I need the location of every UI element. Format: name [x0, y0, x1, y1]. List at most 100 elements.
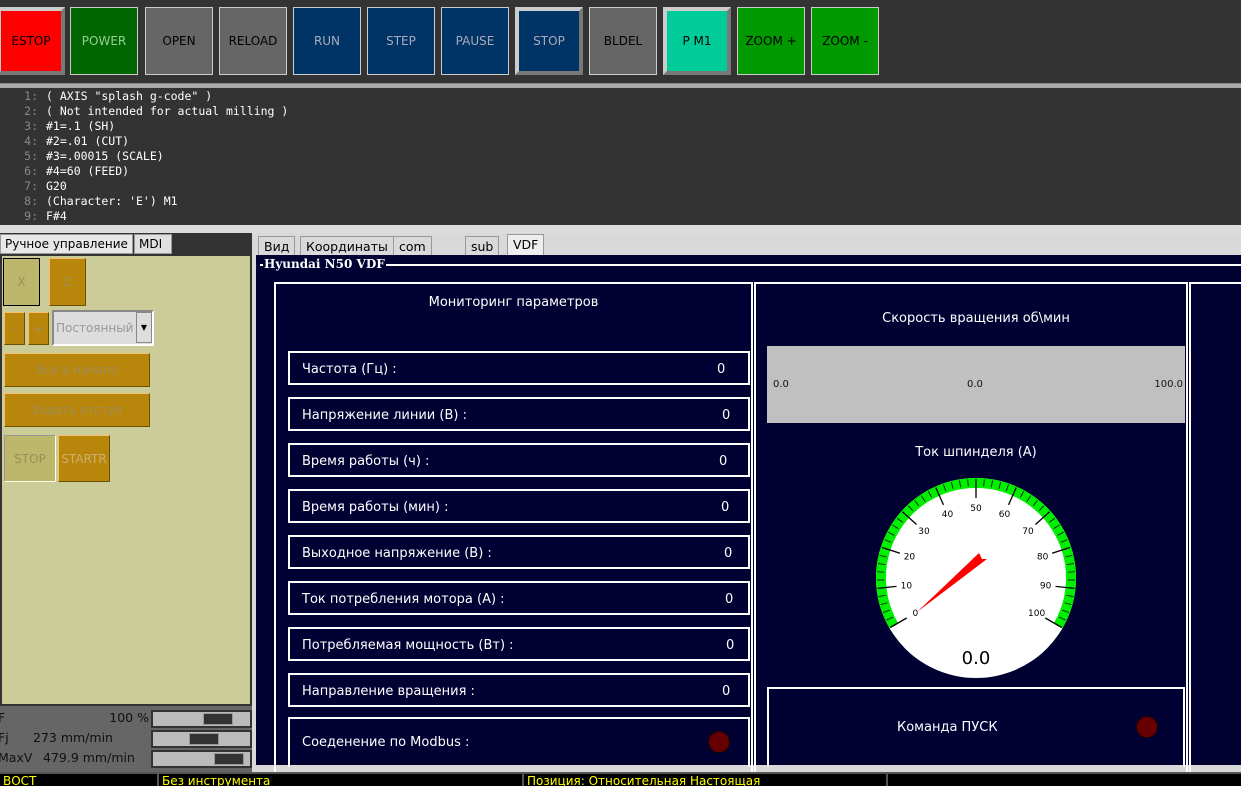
jog-mode-value: Постоянный — [56, 321, 134, 335]
tab-manual[interactable]: Ручное управление — [0, 234, 133, 254]
code-line[interactable]: 4: #2=.01 (CUT) — [0, 134, 1241, 149]
toolbar-button-estop[interactable]: ESTOP — [0, 7, 65, 75]
tab-vdf[interactable]: VDF — [507, 234, 545, 255]
gauge-tick-label: 20 — [904, 552, 916, 562]
slider-thumb[interactable] — [214, 753, 244, 765]
jog-plus-button[interactable]: + — [28, 312, 49, 345]
current-title: Ток шпинделя (А) — [915, 445, 1037, 460]
line-text: #1=.1 (SH) — [46, 119, 116, 133]
code-line[interactable]: 1: ( AXIS "splash g-code" ) — [0, 89, 1241, 104]
param-value: 0 — [717, 362, 726, 377]
toolbar-button-step[interactable]: STEP — [367, 7, 435, 75]
code-line[interactable]: 8: (Character: 'E') M1 — [0, 194, 1241, 209]
override-label: F — [0, 710, 6, 725]
param-value: 0 — [722, 684, 731, 699]
speed-title: Скорость вращения об\мин — [882, 311, 1070, 326]
code-line[interactable]: 9: F#4 — [0, 209, 1241, 224]
param-label: Выходное напряжение (В) : — [302, 546, 492, 561]
override-label: MaxV — [0, 750, 33, 765]
spindle-start-button[interactable]: STARTR — [58, 435, 110, 482]
right-box — [1189, 282, 1241, 772]
param-row: Ток потребления мотора (А) : 0 — [288, 581, 750, 615]
code-line[interactable]: 5: #3=.00015 (SCALE) — [0, 149, 1241, 164]
line-number: 6: — [24, 164, 38, 178]
param-label: Частота (Гц) : — [302, 362, 397, 377]
toolbar-button-reload[interactable]: RELOAD — [219, 7, 287, 75]
code-line[interactable]: 7: G20 — [0, 179, 1241, 194]
override-slider[interactable] — [151, 730, 252, 748]
tab-mdi[interactable]: MDI — [134, 234, 172, 254]
jog-mode-select[interactable]: Постоянный ▼ — [52, 310, 154, 346]
gcode-view[interactable]: 1: ( AXIS "splash g-code" ) 2: ( Not intend… — [0, 88, 1241, 225]
frame-border — [260, 264, 1241, 266]
code-line[interactable]: 3: #1=.1 (SH) — [0, 119, 1241, 134]
slider-thumb[interactable] — [189, 733, 219, 745]
param-value: 0 — [726, 638, 735, 653]
override-label: Fj — [0, 730, 9, 745]
param-row: Напряжение линии (В) : 0 — [288, 397, 750, 431]
line-number: 3: — [24, 119, 38, 133]
code-line[interactable]: 6: #4=60 (FEED) — [0, 164, 1241, 179]
spindle-stop-button[interactable]: STOP — [4, 435, 56, 482]
modbus-row: Соеденение по Modbus : — [288, 717, 750, 767]
speed-value: 0.0 — [967, 379, 983, 390]
start-cmd-label: Команда ПУСК — [897, 720, 998, 735]
tab-вид[interactable]: Вид — [258, 236, 296, 255]
status-position: Позиция: Относительная Настоящая — [522, 774, 760, 786]
param-row: Время работы (ч) : 0 — [288, 443, 750, 477]
toolbar-button-bldel[interactable]: BLDEL — [589, 7, 657, 75]
code-line[interactable]: 2: ( Not intended for actual milling ) — [0, 104, 1241, 119]
tab-координаты[interactable]: Координаты — [300, 236, 394, 255]
toolbar-button-zoom-[interactable]: ZOOM + — [737, 7, 805, 75]
gauge-tick-label: 50 — [970, 504, 982, 514]
home-all-button[interactable]: Все в начало — [4, 353, 150, 387]
status-empty — [886, 774, 1241, 786]
slider-thumb[interactable] — [203, 713, 233, 725]
right-tabs: Вид Координаты com sub VDF — [256, 234, 1241, 255]
gauge-tick-label: 80 — [1037, 552, 1049, 562]
touch-off-button[interactable]: Задать отступ — [4, 393, 150, 427]
speed-bar: 0.0 0.0 100.0 — [767, 346, 1185, 423]
param-value: 0 — [725, 592, 734, 607]
gauge-tick-label: 90 — [1040, 581, 1052, 591]
toolbar-button-power[interactable]: POWER — [70, 7, 138, 75]
param-label: Время работы (мин) : — [302, 500, 449, 515]
jog-minus-button[interactable]: - — [4, 312, 25, 345]
line-number: 7: — [24, 179, 38, 193]
start-cmd-led — [1136, 716, 1158, 738]
tab-com[interactable]: com — [393, 236, 432, 255]
param-label: Ток потребления мотора (А) : — [302, 592, 505, 607]
toolbar: ESTOP POWER OPEN RELOAD RUN STEP PAUSE STOP BLDE… — [0, 0, 1241, 83]
divider[interactable] — [0, 225, 1241, 233]
line-text: ( Not intended for actual milling ) — [46, 104, 289, 118]
line-number: 4: — [24, 134, 38, 148]
toolbar-button-stop[interactable]: STOP — [515, 7, 583, 75]
left-tabs: Ручное управление MDI — [0, 233, 252, 254]
gauge-tick-label: 10 — [901, 581, 913, 591]
line-text: G20 — [46, 179, 67, 193]
override-slider[interactable] — [151, 710, 252, 728]
gauge-tick-label: 60 — [999, 510, 1011, 520]
axis-z-button[interactable]: Z — [49, 258, 86, 306]
line-number: 1: — [24, 89, 38, 103]
toolbar-button-zoom-[interactable]: ZOOM - — [811, 7, 879, 75]
override-slider[interactable] — [151, 750, 252, 768]
frame-title: Hyundai N50 VDF — [263, 257, 386, 271]
toolbar-button-open[interactable]: OPEN — [145, 7, 213, 75]
param-row: Частота (Гц) : 0 — [288, 351, 750, 385]
line-number: 5: — [24, 149, 38, 163]
param-label: Напряжение линии (В) : — [302, 408, 467, 423]
toolbar-button-run[interactable]: RUN — [293, 7, 361, 75]
param-label: Направление вращения : — [302, 684, 475, 699]
tab-sub[interactable]: sub — [465, 236, 500, 255]
param-row: Время работы (мин) : 0 — [288, 489, 750, 523]
axis-x-button[interactable]: X — [3, 258, 40, 306]
line-text: #2=.01 (CUT) — [46, 134, 130, 148]
modbus-label: Соеденение по Modbus : — [302, 735, 470, 750]
status-state: ВОСТ — [3, 774, 37, 786]
status-bar: ВОСТ Без инструмента Позиция: Относитель… — [0, 772, 1241, 786]
toolbar-button-p-m1[interactable]: P M1 — [663, 7, 731, 75]
gauge-tick-label: 70 — [1022, 527, 1034, 537]
chevron-down-icon[interactable]: ▼ — [136, 312, 152, 343]
toolbar-button-pause[interactable]: PAUSE — [441, 7, 509, 75]
